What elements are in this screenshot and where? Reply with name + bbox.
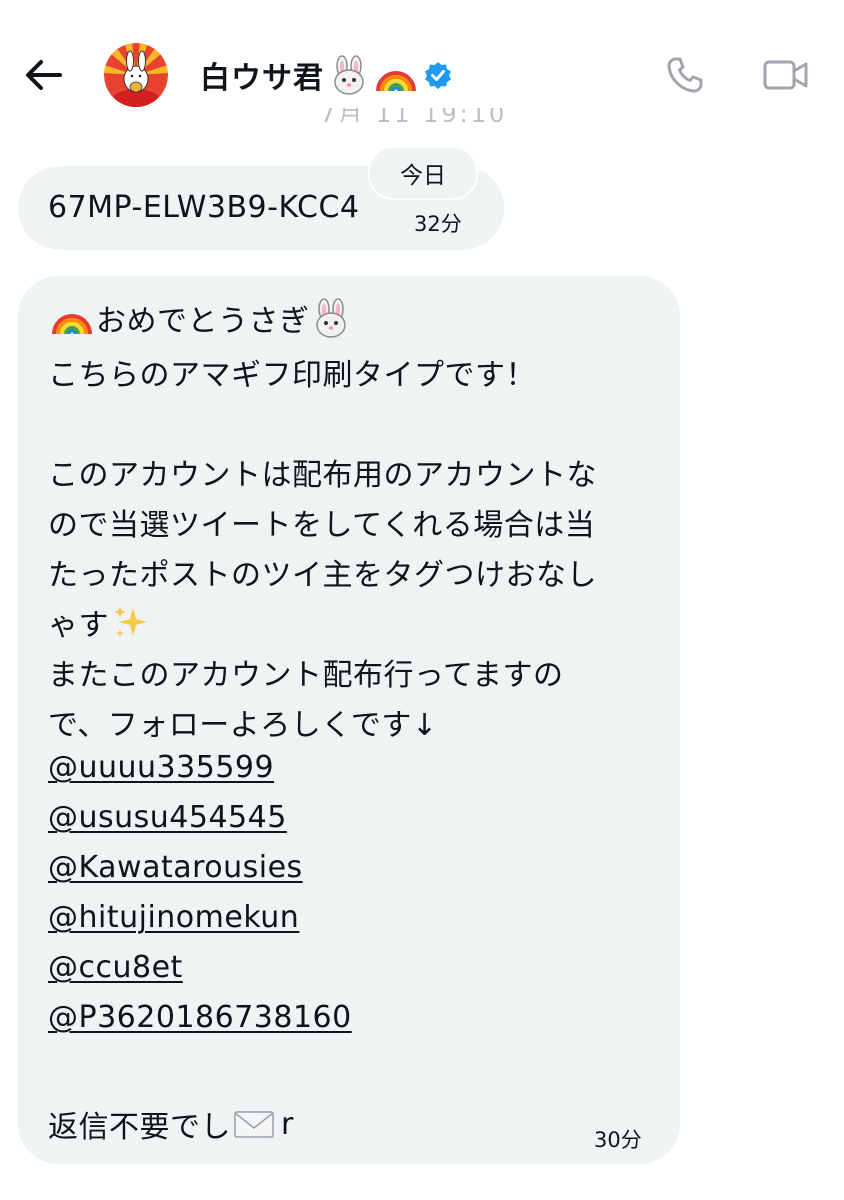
message-line: このアカウントは配布用のアカウントな xyxy=(48,458,597,493)
contact-name: 白ウサ君 xyxy=(200,61,324,96)
conversation-header: 白ウサ君 7月 11 19:10 xyxy=(0,0,844,125)
video-camera-icon xyxy=(763,60,808,90)
message-time: 30分 xyxy=(594,1128,642,1152)
video-call-button[interactable] xyxy=(760,52,812,98)
sparkles-icon xyxy=(111,602,151,642)
message-line: たったポストのツイ主をタグつけおなし xyxy=(48,558,597,593)
message-line: で、フォローよろしくです↓ xyxy=(48,708,438,743)
mention-link[interactable]: @uuuu335599 xyxy=(48,750,274,785)
back-button[interactable] xyxy=(20,52,66,98)
day-separator: 今日 xyxy=(368,146,478,200)
message-line: ゃす xyxy=(48,600,153,644)
mention-link[interactable]: @hitujinomekun xyxy=(48,900,299,935)
avatar[interactable] xyxy=(104,43,168,107)
message-text: 67MP-ELW3B9-KCC4 xyxy=(48,190,360,225)
mention-link[interactable]: @ususu454545 xyxy=(48,800,287,835)
message-line: おめでとうさぎ xyxy=(48,296,352,340)
rainbow-icon xyxy=(374,55,418,95)
message-line: ので当選ツイートをしてくれる場合は当 xyxy=(48,508,596,543)
mention-link[interactable]: @Kawatarousies xyxy=(48,850,303,885)
message-line: 返信不要でし r xyxy=(48,1106,294,1146)
message-line: こちらのアマギフ印刷タイプです！ xyxy=(48,358,536,393)
envelope-icon xyxy=(233,1107,275,1141)
scrolled-date-label: 7月 11 19:10 xyxy=(320,108,508,122)
contact-name-row[interactable]: 白ウサ君 xyxy=(200,50,452,100)
phone-call-button[interactable] xyxy=(662,52,708,98)
message-line: またこのアカウント配布行ってますの xyxy=(48,658,564,693)
message-time: 32分 xyxy=(414,212,462,236)
rainbow-icon xyxy=(50,298,94,338)
verified-badge-icon xyxy=(424,61,452,89)
mention-link[interactable]: @P3620186738160 xyxy=(48,1000,352,1035)
rabbit-face-icon xyxy=(330,55,368,95)
message-bubble[interactable]: おめでとうさぎ こちらのアマギフ印刷タイプです！ このアカウントは配布用のアカウ… xyxy=(18,276,680,1164)
mention-link[interactable]: @ccu8et xyxy=(48,950,183,985)
rabbit-face-icon xyxy=(312,298,350,338)
phone-icon xyxy=(667,57,703,93)
arrow-left-icon xyxy=(26,60,62,90)
